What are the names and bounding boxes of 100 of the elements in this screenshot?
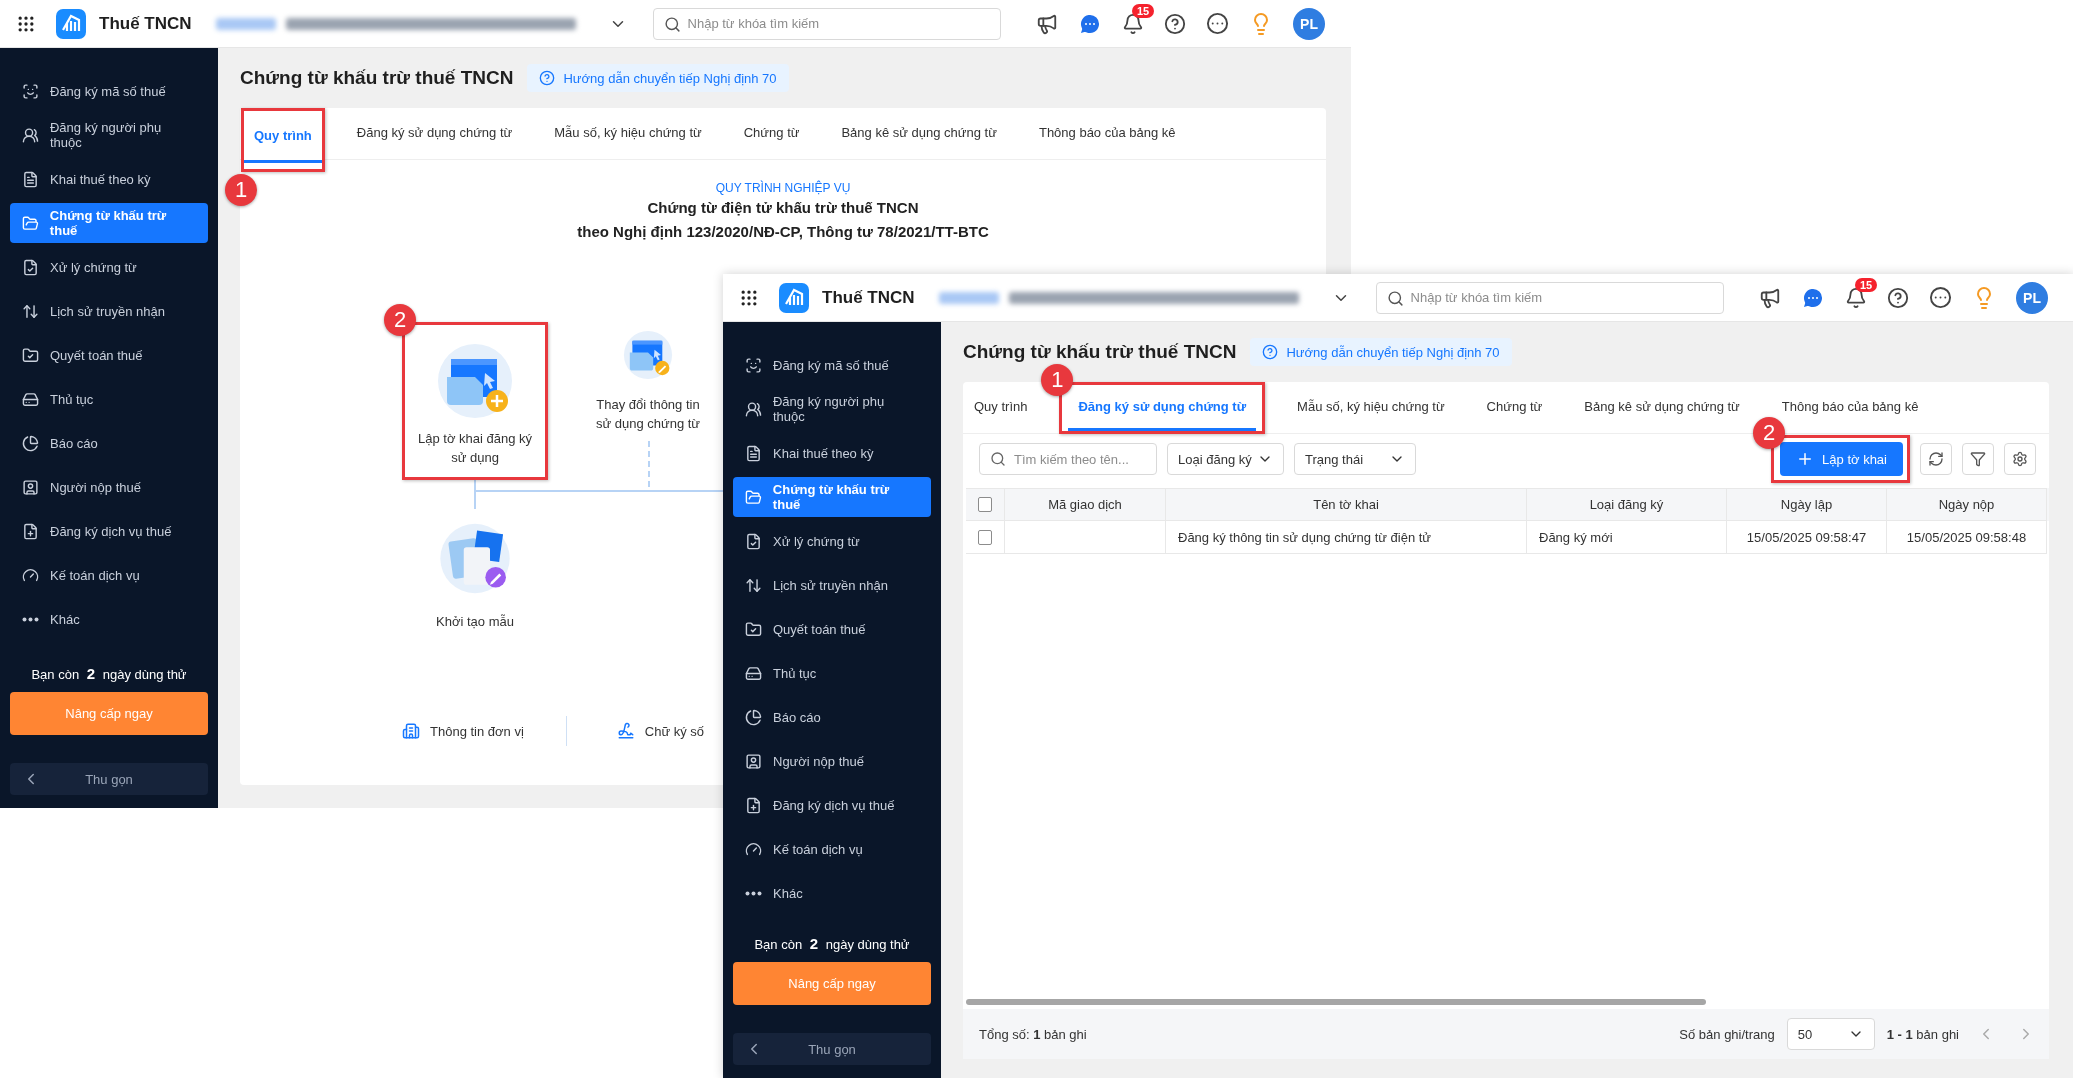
- users-icon: [22, 126, 39, 144]
- node-label[interactable]: Khởi tạo mẫu: [436, 612, 514, 631]
- avatar[interactable]: PL: [1293, 7, 1325, 40]
- collapse-button[interactable]: Thu gọn: [10, 763, 208, 795]
- megaphone-icon[interactable]: [1759, 286, 1781, 309]
- table-cell: Đăng ký thông tin sử dụng chứng từ điện tử: [1166, 521, 1527, 554]
- drive-icon: [745, 664, 762, 682]
- up-down-arrows-icon: [745, 576, 762, 594]
- sidebar-item[interactable]: Kế toán dịch vụ: [10, 555, 208, 595]
- footer-link[interactable]: Thông tin đơn vị: [402, 722, 524, 740]
- more-icon[interactable]: [1206, 12, 1229, 35]
- footer-link[interactable]: Chữ ký số: [616, 722, 705, 740]
- tab[interactable]: Mẫu số, ký hiệu chứng từ: [1287, 382, 1455, 434]
- more-icon[interactable]: [1929, 286, 1952, 309]
- sidebar-item[interactable]: Xử lý chứng từ: [733, 521, 931, 561]
- tab[interactable]: Đăng ký sử dụng chứng từ: [1068, 385, 1257, 431]
- filter-button[interactable]: [1962, 443, 1994, 475]
- document-icon: [745, 444, 762, 462]
- sidebar-item[interactable]: Khai thuế theo kỳ: [733, 433, 931, 473]
- table-cell: 15/05/2025 09:58:48: [1887, 521, 2047, 554]
- tab[interactable]: Bảng kê sử dụng chứng từ: [831, 108, 1007, 160]
- collapse-button[interactable]: Thu gọn: [733, 1033, 931, 1065]
- sidebar-item[interactable]: Xử lý chứng từ: [10, 247, 208, 287]
- sidebar-item[interactable]: Quyết toán thuế: [10, 335, 208, 375]
- app-logo-icon[interactable]: [779, 282, 809, 313]
- file-plus-icon: [22, 522, 39, 540]
- help-icon: [539, 70, 556, 86]
- folder-icon: [745, 488, 762, 506]
- sidebar-item[interactable]: Lịch sử truyền nhận: [10, 291, 208, 331]
- sidebar-item[interactable]: Kế toán dịch vụ: [733, 829, 931, 869]
- tab[interactable]: Bảng kê sử dụng chứng từ: [1574, 382, 1750, 434]
- sidebar-item[interactable]: Báo cáo: [733, 697, 931, 737]
- filter-icon: [1970, 451, 1986, 467]
- create-button[interactable]: Lập tờ khai: [1780, 442, 1903, 476]
- sidebar-item[interactable]: Đăng ký mã số thuế: [10, 71, 208, 111]
- column-header: Tên tờ khai: [1166, 488, 1527, 521]
- help-icon: [1262, 344, 1279, 360]
- tab[interactable]: Thông báo của bảng kê: [1028, 108, 1186, 160]
- filter-dropdown[interactable]: Trạng thái: [1294, 443, 1416, 475]
- sidebar-item[interactable]: Người nộp thuế: [10, 467, 208, 507]
- tab[interactable]: Quy trình: [244, 111, 322, 163]
- total-count: Tổng số: 1 bản ghi: [979, 1026, 1087, 1042]
- sidebar-item[interactable]: Chứng từ khấu trừ thuế: [733, 477, 931, 517]
- search-field[interactable]: Nhập từ khóa tìm kiếm: [1375, 281, 1724, 314]
- sidebar-item[interactable]: Thủ tục: [733, 653, 931, 693]
- select-all-checkbox[interactable]: [978, 497, 992, 512]
- sidebar-item[interactable]: Chứng từ khấu trừ thuế: [10, 203, 208, 243]
- tab[interactable]: Chứng từ: [733, 108, 810, 160]
- guide-link[interactable]: Hướng dẫn chuyển tiếp Nghị định 70: [1250, 338, 1512, 366]
- column-header: Mã giao dịch: [1005, 488, 1166, 521]
- up-down-arrows-icon: [22, 302, 39, 320]
- more-icon: [22, 616, 39, 622]
- help-icon[interactable]: [1887, 286, 1909, 309]
- gauge-icon: [745, 840, 762, 858]
- users-icon: [745, 400, 762, 418]
- sidebar-item[interactable]: Quyết toán thuế: [733, 609, 931, 649]
- form-plus-icon: [435, 341, 515, 421]
- refresh-button[interactable]: [1920, 443, 1952, 475]
- node-label[interactable]: Lập tờ khai đăng ký sử dụng: [413, 429, 537, 467]
- sidebar-item[interactable]: Khác: [733, 873, 931, 913]
- app-logo-icon[interactable]: [56, 8, 86, 39]
- tab[interactable]: Quy trình: [964, 382, 1038, 434]
- tab[interactable]: Mẫu số, ký hiệu chứng từ: [544, 108, 712, 160]
- guide-link[interactable]: Hướng dẫn chuyển tiếp Nghị định 70: [527, 64, 789, 92]
- folder-check-icon: [745, 620, 762, 638]
- app-name: Thuế TNCN: [822, 287, 915, 308]
- page-range: 1 - 1 bản ghi: [1886, 1026, 1959, 1042]
- row-checkbox[interactable]: [978, 529, 992, 545]
- step-badge: 1: [225, 174, 257, 206]
- sidebar-item[interactable]: Báo cáo: [10, 423, 208, 463]
- workflow-title: Chứng từ điện tử khấu trừ thuế TNCN: [647, 198, 919, 218]
- sidebar-item[interactable]: Khai thuế theo kỳ: [10, 159, 208, 199]
- table-cell: 15/05/2025 09:58:47: [1727, 521, 1887, 554]
- sidebar-item[interactable]: Đăng ký người phụ thuộc: [10, 115, 208, 155]
- settings-button[interactable]: [2004, 443, 2036, 475]
- sidebar-item[interactable]: Khác: [10, 599, 208, 639]
- refresh-icon: [1928, 451, 1944, 467]
- search-field[interactable]: Tìm kiếm theo tên...: [979, 443, 1157, 475]
- step-badge: 2: [384, 304, 416, 336]
- sidebar-item[interactable]: Đăng ký dịch vụ thuế: [10, 511, 208, 551]
- avatar[interactable]: PL: [2016, 281, 2048, 314]
- sidebar-item[interactable]: Thủ tục: [10, 379, 208, 419]
- sidebar-item[interactable]: Đăng ký mã số thuế: [733, 345, 931, 385]
- search-field[interactable]: Nhập từ khóa tìm kiếm: [652, 7, 1001, 40]
- sidebar-item[interactable]: Người nộp thuế: [733, 741, 931, 781]
- tab[interactable]: Đăng ký sử dụng chứng từ: [346, 108, 523, 160]
- megaphone-icon[interactable]: [1036, 12, 1058, 35]
- search-icon: [1386, 289, 1404, 307]
- pie-chart-icon: [22, 434, 39, 452]
- page-size-dropdown[interactable]: 50: [1786, 1018, 1875, 1050]
- sidebar-item[interactable]: Đăng ký người phụ thuộc: [733, 389, 931, 429]
- scrollbar[interactable]: [966, 999, 1706, 1005]
- sidebar-item[interactable]: Đăng ký dịch vụ thuế: [733, 785, 931, 825]
- help-icon[interactable]: [1164, 12, 1186, 35]
- node-label[interactable]: Thay đổi thông tin sử dụng chứng từ: [588, 395, 708, 433]
- face-scan-icon: [745, 356, 762, 374]
- gauge-icon: [22, 566, 39, 584]
- tab[interactable]: Chứng từ: [1476, 382, 1553, 434]
- sidebar-item[interactable]: Lịch sử truyền nhận: [733, 565, 931, 605]
- filter-dropdown[interactable]: Loại đăng ký: [1167, 443, 1284, 475]
